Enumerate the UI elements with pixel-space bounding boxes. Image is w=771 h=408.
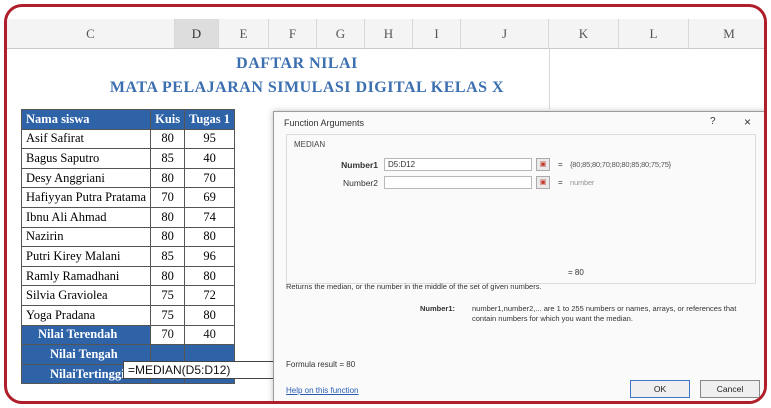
table-row: Hafiyyan Putra Pratama 70 69 (20, 187, 236, 208)
collapse-dialog-icon[interactable]: ▣ (536, 158, 550, 171)
arg1-result: {80;85;80;70;80;80;85;80;75;75} (570, 160, 671, 169)
cell-kuis[interactable]: 75 (150, 304, 186, 326)
arg2-label: Number2 (343, 178, 378, 188)
summary-row-terendah: Nilai Terendah 70 40 (20, 324, 236, 346)
col-header-e[interactable]: E (219, 19, 269, 49)
cell-tugas[interactable]: 69 (184, 187, 236, 208)
close-icon[interactable]: × (744, 115, 751, 129)
cell-tugas[interactable]: 40 (184, 148, 236, 169)
cell-tugas[interactable]: 80 (184, 226, 236, 248)
col-header-i[interactable]: I (413, 19, 461, 49)
help-on-function-link[interactable]: Help on this function (286, 386, 359, 395)
cell-kuis[interactable]: 80 (150, 206, 186, 228)
ok-button[interactable]: OK (630, 380, 690, 398)
function-arguments-dialog: Function Arguments ? × MEDIAN Number1 D5… (273, 111, 764, 401)
grades-table: Nama siswa Kuis Tugas 1 Asif Safirat 80 … (20, 109, 236, 385)
table-row: Bagus Saputro 85 40 (20, 148, 236, 169)
cell-name[interactable]: Yoga Pradana (20, 304, 152, 326)
cell-name[interactable]: Desy Anggriani (20, 167, 152, 189)
cell-kuis[interactable]: 80 (150, 128, 186, 150)
cell-name[interactable]: Silvia Graviolea (20, 285, 152, 306)
sheet-title: DAFTAR NILAI (236, 55, 358, 72)
table-row: Yoga Pradana 75 80 (20, 304, 236, 326)
cell-kuis[interactable]: 80 (150, 226, 186, 248)
cell-kuis[interactable]: 80 (150, 265, 186, 287)
cell-tugas[interactable]: 96 (184, 246, 236, 267)
header-kuis[interactable]: Kuis (150, 109, 186, 130)
cell-kuis[interactable]: 80 (150, 167, 186, 189)
col-header-d[interactable]: D (175, 19, 219, 49)
cell-tugas[interactable]: 80 (184, 265, 236, 287)
cell-name[interactable]: Asif Safirat (20, 128, 152, 150)
cell-tugas[interactable]: 74 (184, 206, 236, 228)
cell-kuis[interactable]: 70 (150, 187, 186, 208)
col-header-j[interactable]: J (461, 19, 549, 49)
arg1-label: Number1 (341, 160, 378, 170)
cell-tugas[interactable]: 95 (184, 128, 236, 150)
cell-tugas[interactable]: 80 (184, 304, 236, 326)
table-row: Silvia Graviolea 75 72 (20, 285, 236, 306)
cell-tugas[interactable]: 72 (184, 285, 236, 306)
number2-input[interactable] (384, 176, 532, 189)
arg2-equals: = (558, 178, 563, 187)
table-row: Ibnu Ali Ahmad 80 74 (20, 206, 236, 228)
cell-name[interactable]: Bagus Saputro (20, 148, 152, 169)
cell-name[interactable]: Putri Kirey Malani (20, 246, 152, 267)
table-row: Ramly Ramadhani 80 80 (20, 265, 236, 287)
help-icon[interactable]: ? (710, 116, 716, 127)
header-tugas[interactable]: Tugas 1 (184, 109, 236, 130)
cell-name[interactable]: Ramly Ramadhani (20, 265, 152, 287)
collapse-dialog-icon[interactable]: ▣ (536, 176, 550, 189)
col-header-f[interactable]: F (269, 19, 317, 49)
cell-kuis[interactable]: 75 (150, 285, 186, 306)
sheet-subtitle: MATA PELAJARAN SIMULASI DIGITAL KELAS X (109, 79, 505, 96)
arg2-result: number (570, 178, 595, 187)
summary-kuis[interactable]: 70 (150, 324, 186, 346)
cell-name[interactable]: Hafiyyan Putra Pratama (20, 187, 152, 208)
dialog-title: Function Arguments (284, 118, 365, 128)
active-cell-formula[interactable]: =MEDIAN(D5:D12) (123, 361, 279, 379)
arg1-equals: = (558, 160, 563, 169)
table-row: Nazirin 80 80 (20, 226, 236, 248)
function-result: = 80 (568, 268, 584, 277)
cell-tugas[interactable]: 70 (184, 167, 236, 189)
col-header-h[interactable]: H (365, 19, 413, 49)
col-header-l[interactable]: L (619, 19, 689, 49)
number1-help-label: Number1: (420, 304, 456, 313)
summary-tugas[interactable]: 40 (184, 324, 236, 346)
col-header-g[interactable]: G (317, 19, 365, 49)
screenshot-frame: C D E F G H I J K L M DAFTAR NILAI MATA … (4, 4, 767, 404)
cell-kuis[interactable]: 85 (150, 148, 186, 169)
table-row: Asif Safirat 80 95 (20, 128, 236, 150)
formula-result: Formula result = 80 (286, 360, 356, 369)
table-row: Desy Anggriani 80 70 (20, 167, 236, 189)
number1-help-text: number1,number2,... are 1 to 255 numbers… (472, 304, 737, 323)
cell-name[interactable]: Nazirin (20, 226, 152, 248)
col-header-c[interactable]: C (7, 19, 175, 49)
cell-name[interactable]: Ibnu Ali Ahmad (20, 206, 152, 228)
cell-kuis[interactable]: 85 (150, 246, 186, 267)
function-description: Returns the median, or the number in the… (286, 282, 542, 291)
number1-input[interactable]: D5:D12 (384, 158, 532, 171)
col-header-m[interactable]: M (689, 19, 764, 49)
function-name: MEDIAN (294, 140, 326, 149)
table-row: Putri Kirey Malani 85 96 (20, 246, 236, 267)
table-header-row: Nama siswa Kuis Tugas 1 (20, 109, 236, 130)
header-nama-siswa[interactable]: Nama siswa (20, 109, 152, 130)
column-headers: C D E F G H I J K L M (7, 19, 764, 49)
cancel-button[interactable]: Cancel (700, 380, 760, 398)
col-header-k[interactable]: K (549, 19, 619, 49)
arguments-group (286, 134, 756, 284)
summary-label[interactable]: Nilai Terendah (20, 324, 152, 346)
